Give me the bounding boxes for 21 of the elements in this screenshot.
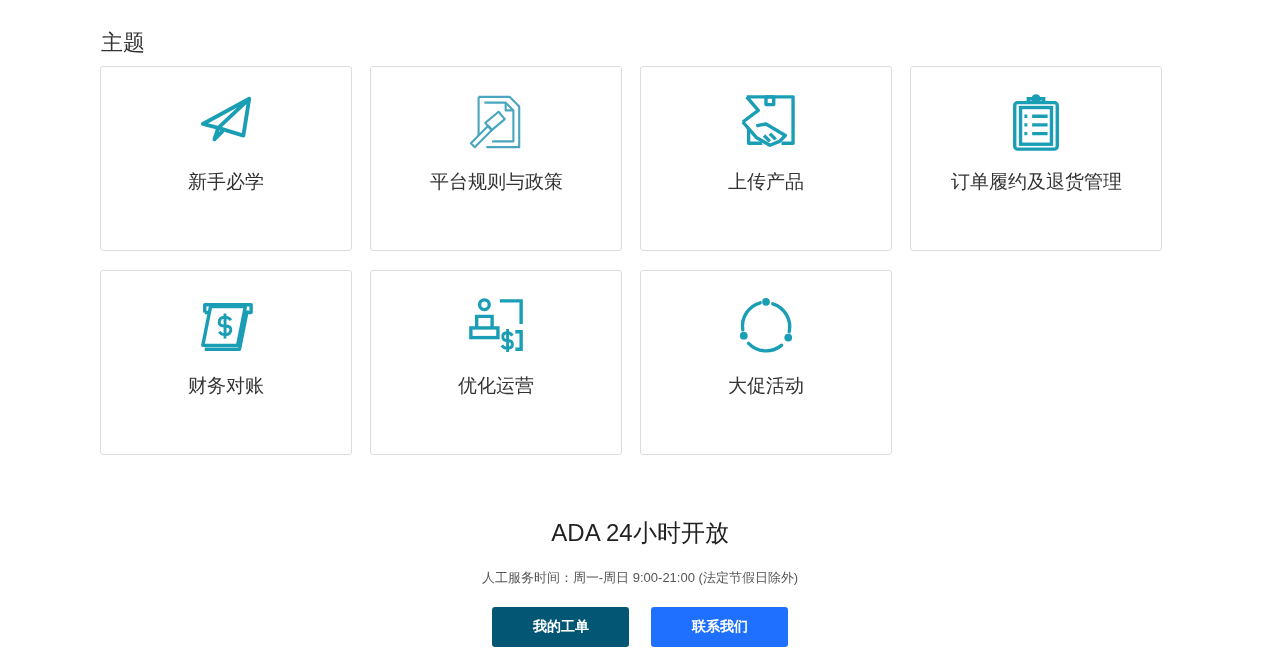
topic-card[interactable]: 平台规则与政策: [370, 66, 622, 251]
service-hours-text: 人工服务时间：周一-周日 9:00-21:00 (法定节假日除外): [481, 569, 799, 587]
topic-card[interactable]: 订单履约及退货管理: [910, 66, 1162, 251]
topic-card[interactable]: 新手必学: [100, 66, 352, 251]
contact-button[interactable]: 联系我们: [651, 607, 788, 647]
section-title: 主题: [101, 29, 146, 57]
topic-card[interactable]: 优化运营: [370, 270, 622, 455]
topic-label: 优化运营: [458, 374, 534, 398]
cycle-icon: [737, 297, 795, 355]
topic-label: 大促活动: [728, 374, 804, 398]
topic-label: 平台规则与政策: [429, 170, 563, 194]
topic-label: 上传产品: [728, 170, 804, 194]
tickets-button[interactable]: 我的工单: [492, 607, 629, 647]
topic-card[interactable]: 财务对账: [100, 270, 352, 455]
topic-label: 财务对账: [188, 374, 264, 398]
topic-label: 新手必学: [188, 170, 264, 194]
topic-card[interactable]: 上传产品: [640, 66, 892, 251]
topic-label: 订单履约及退货管理: [950, 170, 1122, 194]
support-title: ADA 24小时开放: [551, 518, 729, 548]
person-dollar-icon: [467, 297, 525, 355]
topic-card[interactable]: 大促活动: [640, 270, 892, 455]
